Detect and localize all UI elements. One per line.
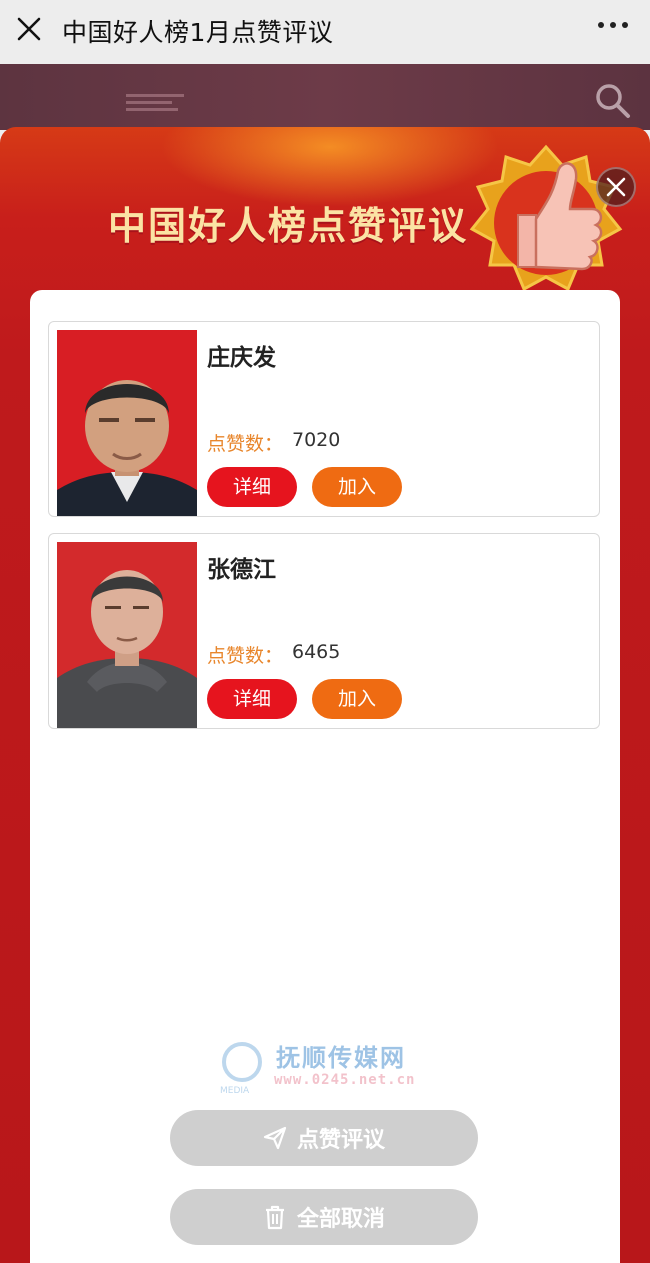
site-logo xyxy=(126,94,184,120)
app-top-bar: 中国好人榜1月点赞评议 xyxy=(0,0,650,64)
thumbs-up-icon xyxy=(466,143,626,303)
candidate-card: 庄庆发 点赞数： 7020 详细 加入 xyxy=(48,321,600,517)
candidate-photo xyxy=(57,542,197,728)
trash-icon xyxy=(263,1204,287,1230)
vote-button[interactable]: 点赞评议 xyxy=(170,1110,478,1166)
watermark-name: 抚顺传媒网 xyxy=(276,1044,406,1072)
page-title: 中国好人榜1月点赞评议 xyxy=(62,18,334,47)
background-page-header xyxy=(0,64,650,130)
candidate-card: 张德江 点赞数： 6465 详细 加入 xyxy=(48,533,600,729)
candidate-panel: 庄庆发 点赞数： 7020 详细 加入 张德江 点赞数： 6465 详细 加入 … xyxy=(30,290,620,1263)
cancel-all-button-label: 全部取消 xyxy=(296,1206,385,1231)
likes-count: 6465 xyxy=(292,641,341,663)
more-options-icon[interactable] xyxy=(598,22,628,28)
vote-button-label: 点赞评议 xyxy=(296,1127,385,1152)
send-icon xyxy=(263,1126,287,1150)
candidate-photo xyxy=(57,330,197,516)
detail-button[interactable]: 详细 xyxy=(207,467,297,507)
banner-title: 中国好人榜点赞评议 xyxy=(108,203,469,248)
candidate-name: 庄庆发 xyxy=(207,345,276,371)
candidate-name: 张德江 xyxy=(207,557,276,583)
likes-count: 7020 xyxy=(292,429,341,451)
close-icon[interactable] xyxy=(14,14,44,44)
detail-button[interactable]: 详细 xyxy=(207,679,297,719)
likes-label: 点赞数： xyxy=(207,645,284,667)
join-button[interactable]: 加入 xyxy=(312,679,402,719)
cancel-all-button[interactable]: 全部取消 xyxy=(170,1189,478,1245)
modal-close-button[interactable] xyxy=(596,167,636,207)
watermark: 抚顺传媒网 www.0245.net.cn MEDIA xyxy=(218,1038,458,1098)
vote-modal: 中国好人榜点赞评议 庄庆发 点赞数： 7020 详细 加入 张德江 点赞数： 6… xyxy=(0,127,650,1263)
likes-label: 点赞数： xyxy=(207,433,284,455)
watermark-logo-icon xyxy=(222,1042,262,1082)
watermark-url: www.0245.net.cn xyxy=(274,1072,416,1088)
watermark-media-label: MEDIA xyxy=(220,1086,250,1096)
join-button[interactable]: 加入 xyxy=(312,467,402,507)
search-icon[interactable] xyxy=(594,82,632,120)
